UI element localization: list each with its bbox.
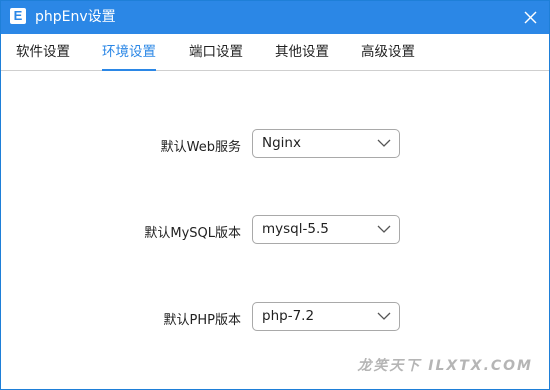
web-server-select[interactable]: Nginx (252, 129, 400, 158)
tab-software-settings[interactable]: 软件设置 (16, 34, 70, 70)
close-button[interactable] (517, 5, 543, 30)
tab-environment-settings[interactable]: 环境设置 (102, 34, 156, 71)
web-server-value: Nginx (262, 135, 301, 151)
mysql-version-select[interactable]: mysql-5.5 (252, 215, 400, 244)
title-bar[interactable]: E phpEnv设置 (1, 1, 549, 34)
environment-settings-panel: 默认Web服务 Nginx 默认MySQL版本 mysql-5.5 默认PHP版… (1, 71, 549, 389)
chevron-down-icon (377, 139, 391, 147)
mysql-version-label: 默认MySQL版本 (144, 226, 241, 241)
settings-window: E phpEnv设置 软件设置 环境设置 端口设置 其他设置 高级设置 默认We… (0, 0, 550, 390)
window-title: phpEnv设置 (35, 9, 116, 25)
tab-port-settings[interactable]: 端口设置 (189, 34, 243, 70)
php-version-value: php-7.2 (262, 308, 315, 324)
mysql-version-value: mysql-5.5 (262, 221, 329, 237)
watermark: 龙笑天下 ILXTX.COM (357, 358, 533, 374)
php-version-label: 默认PHP版本 (163, 313, 241, 328)
tab-bar: 软件设置 环境设置 端口设置 其他设置 高级设置 (1, 34, 549, 71)
chevron-down-icon (377, 312, 391, 320)
php-version-select[interactable]: php-7.2 (252, 302, 400, 331)
close-icon (524, 11, 536, 24)
web-server-label: 默认Web服务 (160, 140, 241, 155)
chevron-down-icon (377, 225, 391, 233)
tab-advanced-settings[interactable]: 高级设置 (361, 34, 415, 70)
tab-other-settings[interactable]: 其他设置 (275, 34, 329, 70)
app-logo-icon: E (10, 8, 26, 24)
